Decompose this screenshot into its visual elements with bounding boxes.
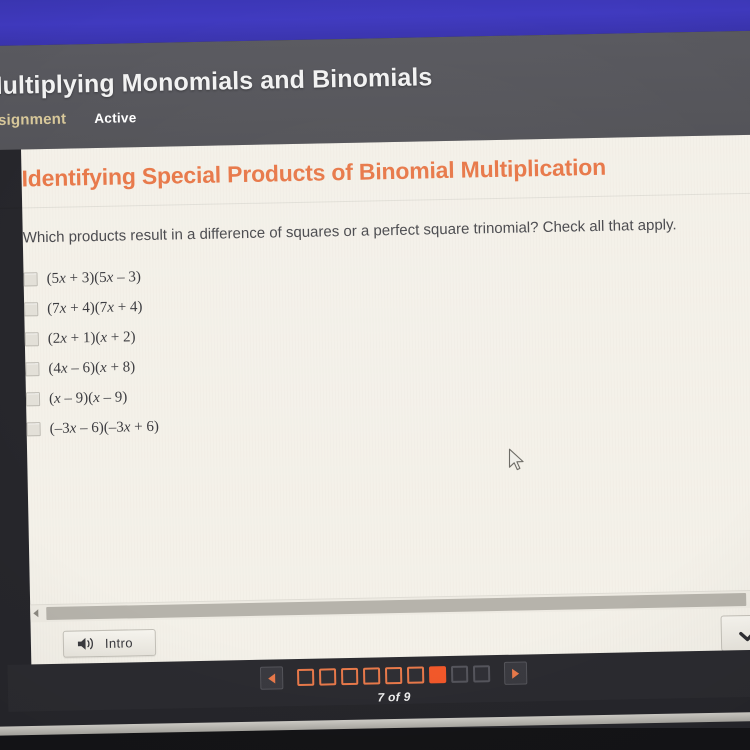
triangle-right-icon xyxy=(512,668,520,679)
scrollbar-thumb[interactable] xyxy=(46,593,747,621)
option-label: (x – 9)(x – 9) xyxy=(48,388,128,407)
title-divider xyxy=(0,191,750,209)
app-title: Multiplying Monomials and Binomials xyxy=(0,63,433,101)
intro-button-label: Intro xyxy=(104,635,134,651)
header-tabs: Assignment Active xyxy=(0,109,137,129)
pager-step-6[interactable] xyxy=(406,666,425,684)
pager-next-button[interactable] xyxy=(503,661,528,685)
option-checkbox[interactable] xyxy=(25,392,41,407)
check-icon xyxy=(739,624,750,642)
option-label: (2x + 1)(x + 2) xyxy=(47,328,136,347)
speaker-icon xyxy=(77,637,93,650)
app-header: Multiplying Monomials and Binomials Assi… xyxy=(0,30,750,150)
pager-step-8[interactable] xyxy=(450,665,469,683)
tab-assignment[interactable]: Assignment xyxy=(0,111,66,130)
option-checkbox[interactable] xyxy=(23,272,38,287)
submit-check-button[interactable] xyxy=(720,614,750,652)
pager-step-4[interactable] xyxy=(362,667,381,685)
intro-button[interactable]: Intro xyxy=(62,628,157,658)
answer-options-list: (5x + 3)(5x – 3) (7x + 4)(7x + 4) (2x + 1)… xyxy=(23,252,626,444)
option-checkbox[interactable] xyxy=(26,422,41,437)
screen-photo: Multiplying Monomials and Binomials Assi… xyxy=(0,0,750,750)
option-label: (7x + 4)(7x + 4) xyxy=(47,298,143,317)
triangle-left-icon xyxy=(268,672,276,684)
pager-step-9[interactable] xyxy=(472,665,491,683)
option-label: (5x + 3)(5x – 3) xyxy=(46,268,142,287)
pager-step-1[interactable] xyxy=(296,668,315,687)
lesson-content-card: Identifying Special Products of Binomial… xyxy=(0,134,750,670)
option-label: (4x – 6)(x + 8) xyxy=(48,358,136,377)
option-checkbox[interactable] xyxy=(25,362,40,377)
pager-count-label: 7 of 9 xyxy=(377,689,411,705)
lesson-title: Identifying Special Products of Binomial… xyxy=(21,153,607,192)
tab-active[interactable]: Active xyxy=(94,110,137,126)
pager-step-5[interactable] xyxy=(384,666,403,685)
pager-step-2[interactable] xyxy=(318,668,337,686)
option-checkbox[interactable] xyxy=(24,302,39,317)
scroll-left-arrow-icon[interactable] xyxy=(33,609,39,618)
question-text: Which products result in a difference of… xyxy=(22,216,677,247)
pager-step-7[interactable] xyxy=(428,666,447,684)
pager-prev-button[interactable] xyxy=(259,666,284,690)
tilted-screen-content: Multiplying Monomials and Binomials Assi… xyxy=(0,0,750,712)
option-checkbox[interactable] xyxy=(24,332,39,347)
option-label: (–3x – 6)(–3x + 6) xyxy=(49,418,160,437)
pagination-control xyxy=(259,661,528,690)
pager-step-3[interactable] xyxy=(340,667,359,686)
